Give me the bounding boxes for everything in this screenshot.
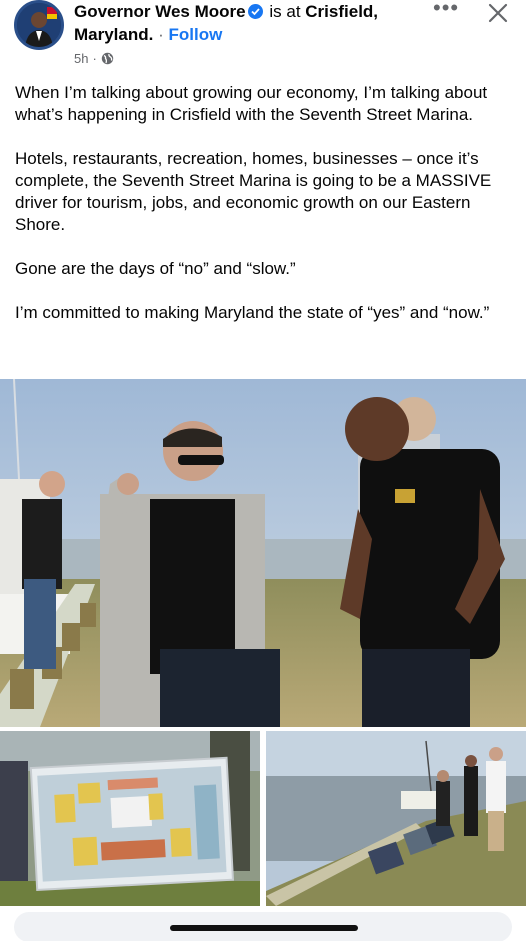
post-photo-main[interactable]	[0, 379, 526, 727]
verified-badge-icon	[247, 4, 263, 19]
post-paragraph: I’m committed to making Maryland the sta…	[15, 303, 490, 322]
post-time[interactable]: 5h	[74, 51, 88, 66]
globe-icon	[101, 52, 114, 65]
post-meta: 5h ·	[74, 51, 114, 66]
avatar[interactable]	[14, 0, 64, 50]
post-paragraph: When I’m talking about growing our econo…	[15, 83, 488, 124]
more-dots-icon[interactable]: •••	[433, 0, 459, 22]
checkin-text: is at	[269, 2, 301, 21]
post-paragraph: Hotels, restaurants, recreation, homes, …	[15, 149, 492, 234]
author-name[interactable]: Governor Wes Moore	[74, 2, 246, 21]
close-icon[interactable]	[486, 1, 510, 25]
post-header: Governor Wes Moore is at Crisfield, Mary…	[0, 0, 526, 74]
post-photo-plan[interactable]	[0, 731, 260, 906]
home-indicator[interactable]	[170, 925, 358, 931]
meta-separator: ·	[92, 51, 97, 66]
author-line: Governor Wes Moore is at Crisfield, Mary…	[74, 0, 414, 46]
follow-button[interactable]: Follow	[169, 25, 223, 44]
separator: ·	[158, 25, 164, 44]
post-photo-waterfront[interactable]	[266, 731, 526, 906]
post-body: When I’m talking about growing our econo…	[15, 82, 515, 324]
post-paragraph: Gone are the days of “no” and “slow.”	[15, 259, 296, 278]
